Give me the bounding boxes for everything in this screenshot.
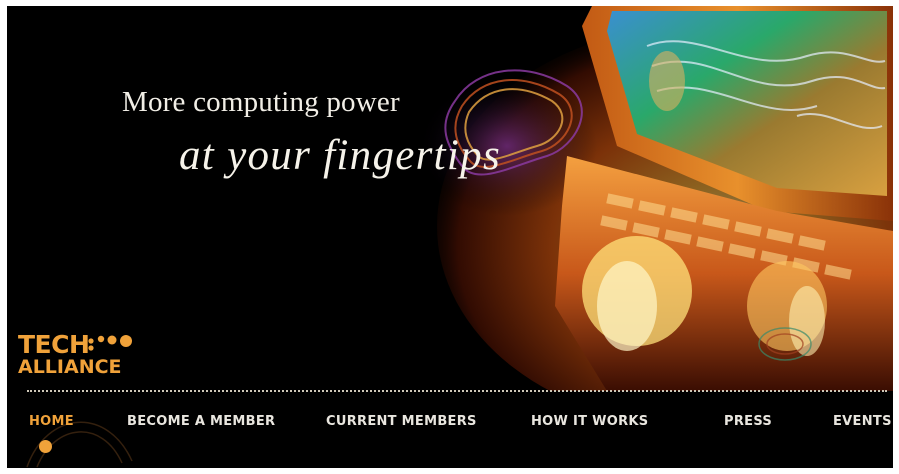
nav-item-home[interactable]: HOME: [29, 414, 74, 429]
nav-item-current-members[interactable]: CURRENT MEMBERS: [326, 414, 477, 429]
nav-item-become-a-member[interactable]: BECOME A MEMBER: [127, 414, 275, 429]
three-dots-icon: [88, 335, 132, 351]
active-nav-indicator-icon: [39, 440, 52, 453]
logo-text-alliance: ALLIANCE: [18, 356, 122, 378]
nav-item-press[interactable]: PRESS: [724, 414, 772, 429]
nav-item-events[interactable]: EVENTS: [833, 414, 892, 429]
hero-tagline-line1: More computing power: [122, 86, 400, 118]
tech-alliance-logo[interactable]: TECH ALLIANCE: [18, 332, 132, 378]
main-nav: HOME BECOME A MEMBER CURRENT MEMBERS HOW…: [7, 414, 893, 438]
nav-divider: [27, 390, 887, 392]
hero-tagline-line2: at your fingertips: [179, 132, 502, 179]
nav-item-how-it-works[interactable]: HOW IT WORKS: [531, 414, 648, 429]
banner-frame: More computing power at your fingertips …: [7, 6, 893, 468]
